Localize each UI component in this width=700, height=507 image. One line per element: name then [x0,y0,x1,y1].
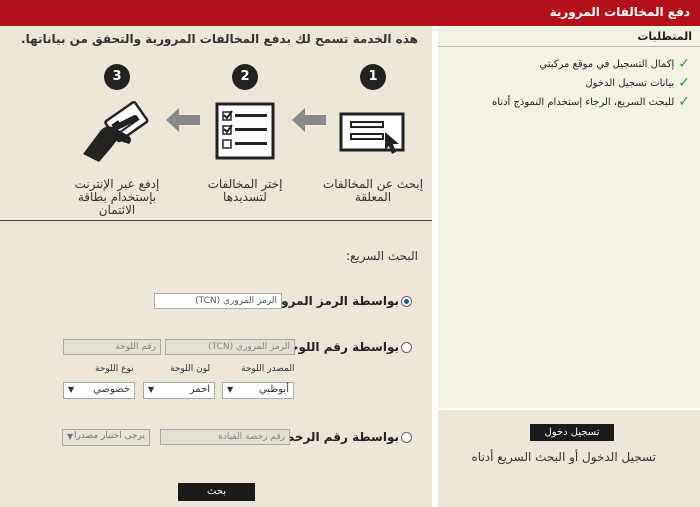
login-hint: تسجيل الدخول أو البحث السريع أدناه [471,450,656,464]
radio-button[interactable] [401,295,412,307]
login-button[interactable]: تسجيل دخول [530,424,614,441]
form-click-icon [333,96,413,166]
radio-label: بواسطة رقم اللوحة [282,340,399,354]
step-number: 2 [232,64,258,90]
license-source-select[interactable]: يرجى اختيار مصدرا ▼ [62,429,150,446]
requirements-title: المتطلبات [637,30,692,43]
title-bar: دفع المخالفات المرورية [0,0,700,26]
radio-button[interactable] [401,341,412,353]
select-value: يرجى اختيار مصدرا [73,431,145,441]
page-title: دفع المخالفات المرورية [549,5,690,19]
requirement-item: ✓ للبحث السريع، الرجاء إستخدام النموذج أ… [492,94,690,110]
requirement-text: إكمال التسجيل في موقع مركبتي [539,58,675,70]
chevron-down-icon: ▼ [67,432,74,441]
step-caption: إدفع عبر الإنترنت بإستخدام بطاقة الائتما… [74,177,160,217]
intro-text: هذه الخدمة تسمح لك بدفع المخالفات المرور… [21,32,418,46]
select-value: خصوصي [93,384,130,395]
check-icon: ✓ [678,75,690,91]
plate-color-label: لون اللوحة [170,364,211,374]
requirement-text: للبحث السريع، الرجاء إستخدام النموذج أدن… [492,96,675,108]
step-number: 1 [360,64,386,90]
main-panel: هذه الخدمة تسمح لك بدفع المخالفات المرور… [0,26,432,507]
plate-type-label: نوع اللوحة [95,364,134,374]
divider [0,220,432,221]
step-number: 3 [104,64,130,90]
step-caption: إختر المخالفات لتسديدها [207,177,283,204]
chevron-down-icon: ▼ [68,385,75,394]
step-2: 2 إختر المخالفات لتسديدها [190,56,300,226]
step-3: 3 إدفع عبر الإنترنت بإستخدام بطاقة الائت… [62,56,172,226]
checklist-icon [205,96,285,166]
check-icon: ✓ [678,94,690,110]
plate-number-input[interactable]: رقم اللوحة [63,339,161,355]
radio-by-plate[interactable]: بواسطة رقم اللوحة [283,340,412,354]
hand-card-icon [77,96,157,166]
plate-source-select[interactable]: أبوظبي ▼ [222,382,294,399]
step-caption: إبحث عن المخالفات المعلقة [322,177,424,204]
radio-label: بواسطة الرمز المروري [263,294,399,308]
divider [438,46,700,47]
select-value: أبوظبي [258,384,289,395]
plate-color-select[interactable]: احمر ▼ [143,382,215,399]
chevron-down-icon: ▼ [148,385,155,394]
tcn-input[interactable]: الرمز المروري (TCN) [154,293,282,309]
chevron-down-icon: ▼ [227,385,234,394]
step-1: 1 إبحث عن المخالفات المعلقة [318,56,428,226]
plate-type-select[interactable]: خصوصي ▼ [63,382,135,399]
quick-search-label: البحث السريع: [345,249,418,263]
radio-by-license[interactable]: بواسطة رقم الرخصة [276,430,412,444]
plate-tcn-input[interactable]: الرمز المروري (TCN) [165,339,295,355]
radio-label: بواسطة رقم الرخصة [275,430,399,444]
requirement-item: ✓ إكمال التسجيل في موقع مركبتي [539,56,690,72]
check-icon: ✓ [678,56,690,72]
radio-button[interactable] [401,431,412,443]
select-value: احمر [189,384,210,395]
requirement-item: ✓ بيانات تسجيل الدخول [585,75,690,91]
search-button[interactable]: بحث [178,483,255,501]
radio-by-tcn[interactable]: بواسطة الرمز المروري [263,294,412,308]
requirement-text: بيانات تسجيل الدخول [585,77,675,89]
plate-source-label: المصدر اللوحة [241,364,295,374]
license-number-input[interactable]: رقم رخصة القيادة [160,429,290,445]
